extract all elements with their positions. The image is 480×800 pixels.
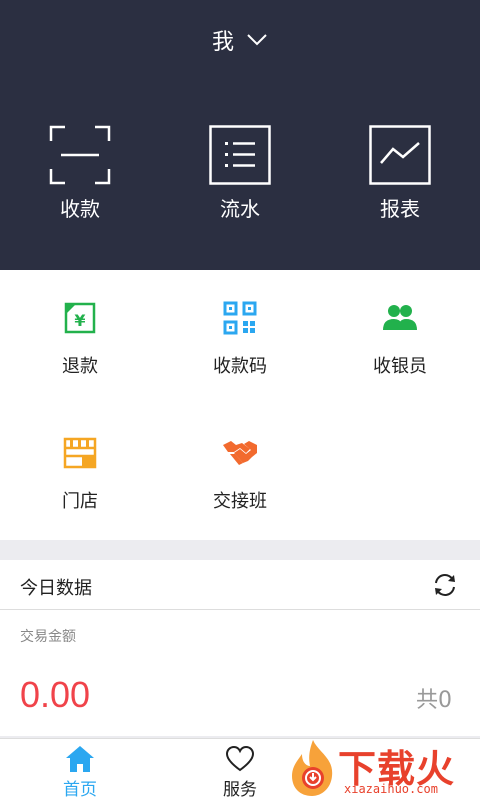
today-data-title: 今日数据 [20,578,92,599]
today-data-header: 今日数据 [0,560,480,610]
today-data-card: 今日数据 交易金额 0.00 共0 [0,560,480,736]
qr-code-icon [223,301,257,335]
watermark: 下载火 xiazaihuo.com [284,734,480,800]
store-label: 门店 [62,491,98,512]
transaction-count: 共0 [416,688,452,713]
refresh-icon[interactable] [432,572,458,598]
shift-handover-label: 交接班 [213,491,267,512]
svg-text:¥: ¥ [74,311,85,330]
home-icon [66,746,94,772]
store-name: 我 [211,30,234,55]
function-grid: ¥ 退款 收款码 收银员 门店 交接班 [0,270,480,540]
shift-handover-button[interactable]: 交接班 [160,405,320,540]
collect-payment-button[interactable]: 收款 [0,125,160,222]
cashiers-button[interactable]: 收银员 [320,270,480,405]
reports-label: 报表 [380,197,420,221]
payment-code-label: 收款码 [213,356,267,377]
scan-icon [49,125,111,185]
list-icon [209,125,271,185]
cashiers-icon [383,305,417,330]
transactions-label: 流水 [220,197,260,221]
heart-icon [225,745,255,772]
collect-payment-label: 收款 [60,197,100,221]
tab-service-label: 服务 [223,780,257,800]
refund-button[interactable]: ¥ 退款 [0,270,160,405]
store-switcher[interactable]: 我 [0,22,480,58]
refund-icon: ¥ [64,302,96,334]
refund-label: 退款 [62,356,98,377]
chevron-down-icon [247,34,267,46]
flame-logo-icon [292,740,333,796]
transactions-button[interactable]: 流水 [160,125,320,222]
watermark-url: xiazaihuo.com [344,782,438,796]
header: 我 收款 流水 报表 [0,0,480,270]
handshake-icon [223,441,257,465]
reports-button[interactable]: 报表 [320,125,480,222]
transaction-amount-label: 交易金额 [20,629,76,645]
chart-icon [369,125,431,185]
store-icon [63,437,97,469]
transaction-amount-value: 0.00 [20,674,91,715]
store-button[interactable]: 门店 [0,405,160,540]
payment-code-button[interactable]: 收款码 [160,270,320,405]
tab-home[interactable]: 首页 [0,739,160,800]
tab-home-label: 首页 [63,780,97,800]
cashiers-label: 收银员 [373,356,427,377]
